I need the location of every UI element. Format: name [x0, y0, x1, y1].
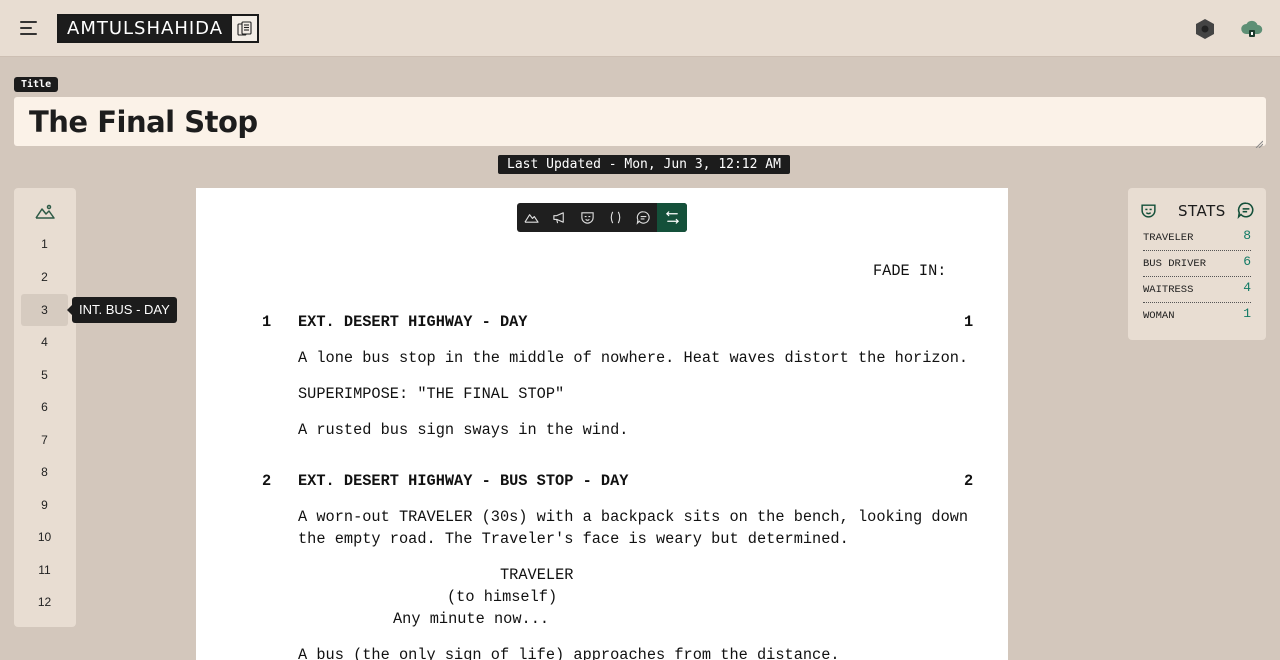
stat-character-name: BUS DRIVER [1143, 258, 1207, 270]
scene-1-number-right: 1 [964, 313, 974, 331]
stat-row[interactable]: WAITRESS 4 [1143, 277, 1251, 303]
stat-count: 6 [1243, 254, 1251, 269]
dialogue-bubble-icon[interactable] [629, 203, 657, 232]
scene-item-2[interactable]: 2 [21, 261, 68, 293]
scene-item-5[interactable]: 5 [21, 359, 68, 391]
scene-2-action-2: the empty road. The Traveler's face is w… [298, 530, 849, 548]
format-toolbar [517, 203, 687, 232]
transition-icon[interactable] [657, 203, 687, 232]
stat-row[interactable]: TRAVELER 8 [1143, 225, 1251, 251]
brand-logo[interactable]: AMTULSHAHIDA [57, 14, 260, 43]
mountains-icon[interactable] [34, 202, 56, 222]
scene-1-heading: EXT. DESERT HIGHWAY - DAY [298, 313, 528, 331]
scene-item-10[interactable]: 10 [21, 521, 68, 553]
scene-item-7[interactable]: 7 [21, 424, 68, 456]
action-megaphone-icon[interactable] [545, 203, 573, 232]
brand-name: AMTULSHAHIDA [59, 16, 232, 41]
hexagon-settings-icon[interactable] [1194, 18, 1216, 40]
stat-row[interactable]: WOMAN 1 [1143, 303, 1251, 329]
script-copy-icon [231, 16, 258, 41]
stats-panel: STATS TRAVELER 8 BUS DRIVER 6 WAITRESS 4… [1128, 188, 1266, 340]
script-page[interactable]: FADE IN: 1 EXT. DESERT HIGHWAY - DAY 1 A… [196, 188, 1008, 660]
scene-item-8[interactable]: 8 [21, 456, 68, 488]
stat-character-name: TRAVELER [1143, 232, 1194, 244]
stat-row[interactable]: BUS DRIVER 6 [1143, 251, 1251, 277]
scene-heading-icon[interactable] [517, 203, 545, 232]
scene-2-heading: EXT. DESERT HIGHWAY - BUS STOP - DAY [298, 472, 629, 490]
top-bar: AMTULSHAHIDA [0, 0, 1280, 57]
scene-2-action-3: A bus (the only sign of life) approaches… [298, 646, 840, 660]
cloud-sync-icon[interactable] [1240, 18, 1264, 40]
scene-item-4[interactable]: 4 [21, 326, 68, 358]
dialogue: Any minute now... [393, 610, 550, 628]
scene-2-number-right: 2 [964, 472, 974, 490]
fade-in-transition: FADE IN: [873, 262, 947, 280]
character-mask-icon[interactable] [573, 203, 601, 232]
scene-item-12[interactable]: 12 [21, 586, 68, 618]
last-updated-badge: Last Updated - Mon, Jun 3, 12:12 AM [498, 155, 790, 174]
scene-1-action-2: SUPERIMPOSE: "THE FINAL STOP" [298, 385, 565, 403]
title-tag: Title [14, 77, 59, 92]
scene-item-3[interactable]: 3 [21, 294, 68, 326]
title-field[interactable]: The Final Stop [14, 97, 1266, 149]
title-value: The Final Stop [29, 105, 258, 139]
dialogue-bubble-icon[interactable] [1237, 201, 1255, 219]
scene-1-action-1: A lone bus stop in the middle of nowhere… [298, 349, 969, 367]
scene-item-6[interactable]: 6 [21, 391, 68, 423]
menu-icon[interactable] [18, 18, 40, 38]
scene-navigator: 1 2 3 4 5 6 7 8 9 10 11 12 [14, 188, 76, 627]
stat-character-name: WAITRESS [1143, 284, 1194, 296]
scene-item-1[interactable]: 1 [21, 228, 68, 260]
scene-1-action-3: A rusted bus sign sways in the wind. [298, 421, 629, 439]
character-mask-icon[interactable] [1140, 202, 1157, 219]
parenthetical-icon[interactable] [601, 203, 629, 232]
character-name: TRAVELER [500, 566, 574, 584]
stat-count: 4 [1243, 280, 1251, 295]
stat-count: 1 [1243, 306, 1251, 321]
scene-item-11[interactable]: 11 [21, 554, 68, 586]
scene-1-number-left: 1 [262, 313, 272, 331]
resize-grip-icon[interactable] [1255, 135, 1264, 149]
stat-count: 8 [1243, 228, 1251, 243]
scene-2-action-1: A worn-out TRAVELER (30s) with a backpac… [298, 508, 969, 526]
scene-item-9[interactable]: 9 [21, 489, 68, 521]
scene-tooltip: INT. BUS - DAY [67, 297, 177, 323]
stats-title: STATS [1178, 202, 1226, 220]
stat-character-name: WOMAN [1143, 310, 1175, 322]
parenthetical: (to himself) [447, 588, 558, 606]
scene-2-number-left: 2 [262, 472, 272, 490]
